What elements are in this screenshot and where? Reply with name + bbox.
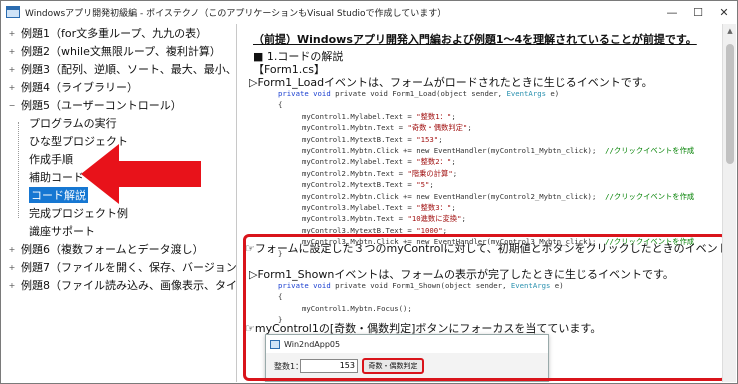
tree-item-code-explanation[interactable]: コード解説 — [29, 186, 88, 204]
tree-item-ex5[interactable]: − 例題5（ユーザーコントロール） — [7, 96, 182, 114]
tree-item-ex7[interactable]: +例題7（ファイルを開く、保存、バージョン情報） — [7, 258, 236, 276]
tree-item-helper-code[interactable]: 補助コード — [29, 168, 84, 186]
app-icon — [6, 6, 20, 18]
tree-item-ex4[interactable]: + 例題4（ライブラリー） — [7, 78, 138, 96]
tree-item-completed-project[interactable]: 完成プロジェクト例 — [29, 204, 128, 222]
red-arrow-icon — [81, 144, 201, 204]
expand-icon[interactable]: + — [7, 64, 17, 74]
tree-item-ex8[interactable]: +例題8（ファイル読み込み、画像表示、タイマー） — [7, 276, 236, 294]
tree-item-steps[interactable]: 作成手順 — [29, 150, 73, 168]
tree-item-ex2[interactable]: + 例題2（while文無限ループ、複利計算） — [7, 42, 221, 60]
expand-icon[interactable]: + — [7, 280, 17, 290]
close-button[interactable]: ✕ — [711, 1, 737, 23]
window-controls: — ☐ ✕ — [659, 1, 737, 23]
app-window: Windowsアプリ開発初級編 - ポイステクノ（このアプリケーションもVisu… — [0, 0, 738, 384]
tree-connector — [18, 122, 19, 218]
doc-title: （前提）Windowsアプリ開発入門編および例題1～4を理解されていることが前提… — [253, 33, 697, 46]
maximize-button[interactable]: ☐ — [685, 1, 711, 23]
scroll-thumb[interactable] — [726, 44, 734, 164]
highlight-box — [243, 234, 727, 381]
expand-icon[interactable]: + — [7, 46, 17, 56]
window-title: Windowsアプリ開発初級編 - ポイステクノ（このアプリケーションもVisu… — [25, 8, 447, 19]
minimize-button[interactable]: — — [659, 1, 685, 23]
expand-icon[interactable]: + — [7, 262, 17, 272]
tree-item-support[interactable]: 識座サポート — [29, 222, 95, 240]
collapse-icon[interactable]: − — [7, 100, 17, 110]
expand-icon[interactable]: + — [7, 244, 17, 254]
expand-icon[interactable]: + — [7, 82, 17, 92]
scroll-up-icon[interactable]: ▲ — [723, 24, 737, 38]
vertical-scrollbar[interactable]: ▲ — [722, 24, 736, 382]
tree-item-ex3[interactable]: +例題3（配列、逆順、ソート、最大、最小、平均） — [7, 60, 236, 78]
tree-item-ex1[interactable]: + 例題1（for文多重ループ、九九の表） — [7, 24, 208, 42]
title-bar: Windowsアプリ開発初級編 - ポイステクノ（このアプリケーションもVisu… — [1, 1, 737, 23]
tree-item-run[interactable]: プログラムの実行 — [29, 114, 117, 132]
expand-icon[interactable]: + — [7, 28, 17, 38]
tree-item-ex6[interactable]: + 例題6（複数フォームとデータ渡し） — [7, 240, 204, 258]
